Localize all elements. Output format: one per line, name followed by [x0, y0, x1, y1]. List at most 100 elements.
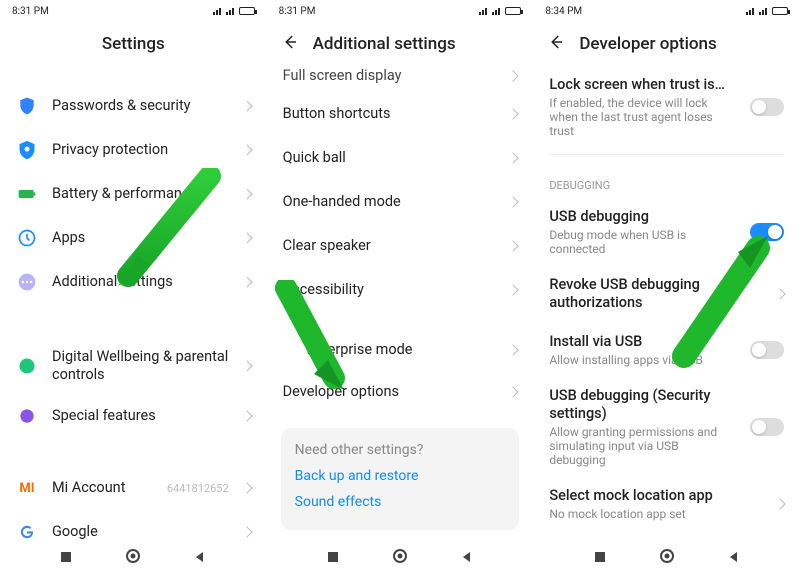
- chevron-right-icon: [508, 240, 519, 251]
- row-subtitle: Allow granting permissions and simulatin…: [549, 425, 736, 467]
- row-label: Battery & performance: [52, 185, 229, 203]
- row-passwords-security[interactable]: Passwords & security: [2, 84, 265, 128]
- home-button[interactable]: [659, 548, 675, 568]
- row-apps[interactable]: Apps: [2, 216, 265, 260]
- row-subtitle: Debug mode when USB is connected: [549, 228, 736, 256]
- row-quick-ball[interactable]: Quick ball: [269, 136, 532, 180]
- row-full-screen-display[interactable]: Full screen display: [269, 66, 532, 92]
- other-settings-card: Need other settings? Back up and restore…: [281, 428, 520, 530]
- header: Developer options: [533, 22, 800, 66]
- home-button[interactable]: [392, 548, 408, 568]
- row-select-mock-location[interactable]: Select mock location app No mock locatio…: [535, 477, 798, 531]
- page-title: Additional settings: [313, 34, 456, 54]
- recents-button[interactable]: [59, 549, 73, 568]
- chevron-right-icon: [774, 289, 785, 300]
- status-bar: 8:34 PM: [533, 0, 800, 22]
- chevron-right-icon: [508, 284, 519, 295]
- row-battery-performance[interactable]: Battery & performance: [2, 172, 265, 216]
- row-special-features[interactable]: Special features: [2, 394, 265, 438]
- chevron-right-icon: [508, 344, 519, 355]
- row-google[interactable]: Google: [2, 510, 265, 540]
- row-developer-options[interactable]: Developer options: [269, 370, 532, 414]
- row-one-handed-mode[interactable]: One-handed mode: [269, 180, 532, 224]
- developer-list: Lock screen when trust is… If enabled, t…: [533, 66, 800, 540]
- header: Additional settings: [267, 22, 534, 66]
- back-button[interactable]: [727, 549, 741, 568]
- row-label: Mi Account: [52, 479, 153, 497]
- chevron-right-icon: [241, 144, 252, 155]
- page-title: Developer options: [579, 34, 716, 54]
- back-button[interactable]: [460, 549, 474, 568]
- toggle-lock-screen-trust[interactable]: [750, 98, 784, 116]
- row-label: One-handed mode: [283, 193, 496, 211]
- navigation-bar: [0, 540, 267, 576]
- row-revoke-usb-auth[interactable]: Revoke USB debugging authorizations: [535, 266, 798, 322]
- row-subtitle: If enabled, the device will lock when th…: [549, 96, 736, 138]
- additional-icon: [16, 271, 38, 293]
- chevron-right-icon: [241, 411, 252, 422]
- row-label: Full screen display: [283, 67, 496, 85]
- google-icon: [16, 521, 38, 540]
- back-button[interactable]: [193, 549, 207, 568]
- chevron-right-icon: [241, 188, 252, 199]
- battery-icon: [505, 7, 521, 15]
- chevron-right-icon: [241, 360, 252, 371]
- row-lock-screen-trust[interactable]: Lock screen when trust is… If enabled, t…: [535, 66, 798, 148]
- row-clear-speaker[interactable]: Clear speaker: [269, 224, 532, 268]
- row-label: Special features: [52, 407, 229, 425]
- link-sound-effects[interactable]: Sound effects: [295, 494, 506, 510]
- card-heading: Need other settings?: [295, 442, 506, 458]
- row-label: Privacy protection: [52, 141, 229, 159]
- home-button[interactable]: [125, 548, 141, 568]
- header: Settings: [0, 22, 267, 66]
- phone-settings: 8:31 PM Settings Passwords & security Pr…: [0, 0, 267, 576]
- chevron-right-icon: [241, 527, 252, 538]
- row-title: Select mock location app: [549, 487, 762, 505]
- row-mi-account[interactable]: MI Mi Account 6441812652: [2, 466, 265, 510]
- row-label: Passwords & security: [52, 97, 229, 115]
- row-digital-wellbeing[interactable]: Digital Wellbeing & parental controls: [2, 338, 265, 394]
- toggle-usb-debug-security[interactable]: [750, 418, 784, 436]
- phone-developer-options: 8:34 PM Developer options Lock screen wh…: [533, 0, 800, 576]
- row-label: Additional settings: [52, 273, 229, 291]
- row-subtitle: No mock location app set: [549, 507, 762, 521]
- row-title: Install via USB: [549, 333, 736, 351]
- row-accessibility[interactable]: Accessibility: [269, 268, 532, 312]
- recents-button[interactable]: [326, 549, 340, 568]
- toggle-install-via-usb[interactable]: [750, 341, 784, 359]
- row-title: Revoke USB debugging authorizations: [549, 276, 762, 312]
- additional-list: Full screen display Button shortcuts Qui…: [267, 66, 534, 540]
- apps-icon: [16, 227, 38, 249]
- clock: 8:31 PM: [12, 6, 49, 17]
- back-arrow[interactable]: [281, 33, 299, 55]
- row-label: Quick ball: [283, 149, 496, 167]
- row-usb-debug-security[interactable]: USB debugging (Security settings) Allow …: [535, 377, 798, 477]
- recents-button[interactable]: [593, 549, 607, 568]
- row-label: Apps: [52, 229, 229, 247]
- row-privacy-protection[interactable]: Privacy protection: [2, 128, 265, 172]
- page-title: Settings: [102, 34, 165, 54]
- toggle-usb-debugging[interactable]: [750, 223, 784, 241]
- row-usb-debugging[interactable]: USB debugging Debug mode when USB is con…: [535, 198, 798, 266]
- divider: [549, 154, 784, 155]
- row-label: Developer options: [283, 383, 496, 401]
- row-install-via-usb[interactable]: Install via USB Allow installing apps vi…: [535, 323, 798, 377]
- back-arrow[interactable]: [547, 33, 565, 55]
- status-icons: [479, 7, 521, 15]
- row-button-shortcuts[interactable]: Button shortcuts: [269, 92, 532, 136]
- shield-icon: [16, 95, 38, 117]
- row-additional-settings[interactable]: Additional settings: [2, 260, 265, 304]
- row-enterprise-mode[interactable]: Enterprise mode: [269, 340, 532, 370]
- phone-additional-settings: 8:31 PM Additional settings Full screen …: [267, 0, 534, 576]
- chevron-right-icon: [508, 386, 519, 397]
- row-label: Google: [52, 523, 229, 540]
- chevron-right-icon: [241, 232, 252, 243]
- battery-icon: [239, 7, 255, 15]
- link-backup-restore[interactable]: Back up and restore: [295, 468, 506, 484]
- chevron-right-icon: [241, 100, 252, 111]
- mi-account-value: 6441812652: [167, 482, 229, 495]
- row-label: Digital Wellbeing & parental controls: [52, 348, 229, 384]
- navigation-bar: [533, 540, 800, 576]
- row-title: Lock screen when trust is…: [549, 76, 736, 94]
- row-label: Button shortcuts: [283, 105, 496, 123]
